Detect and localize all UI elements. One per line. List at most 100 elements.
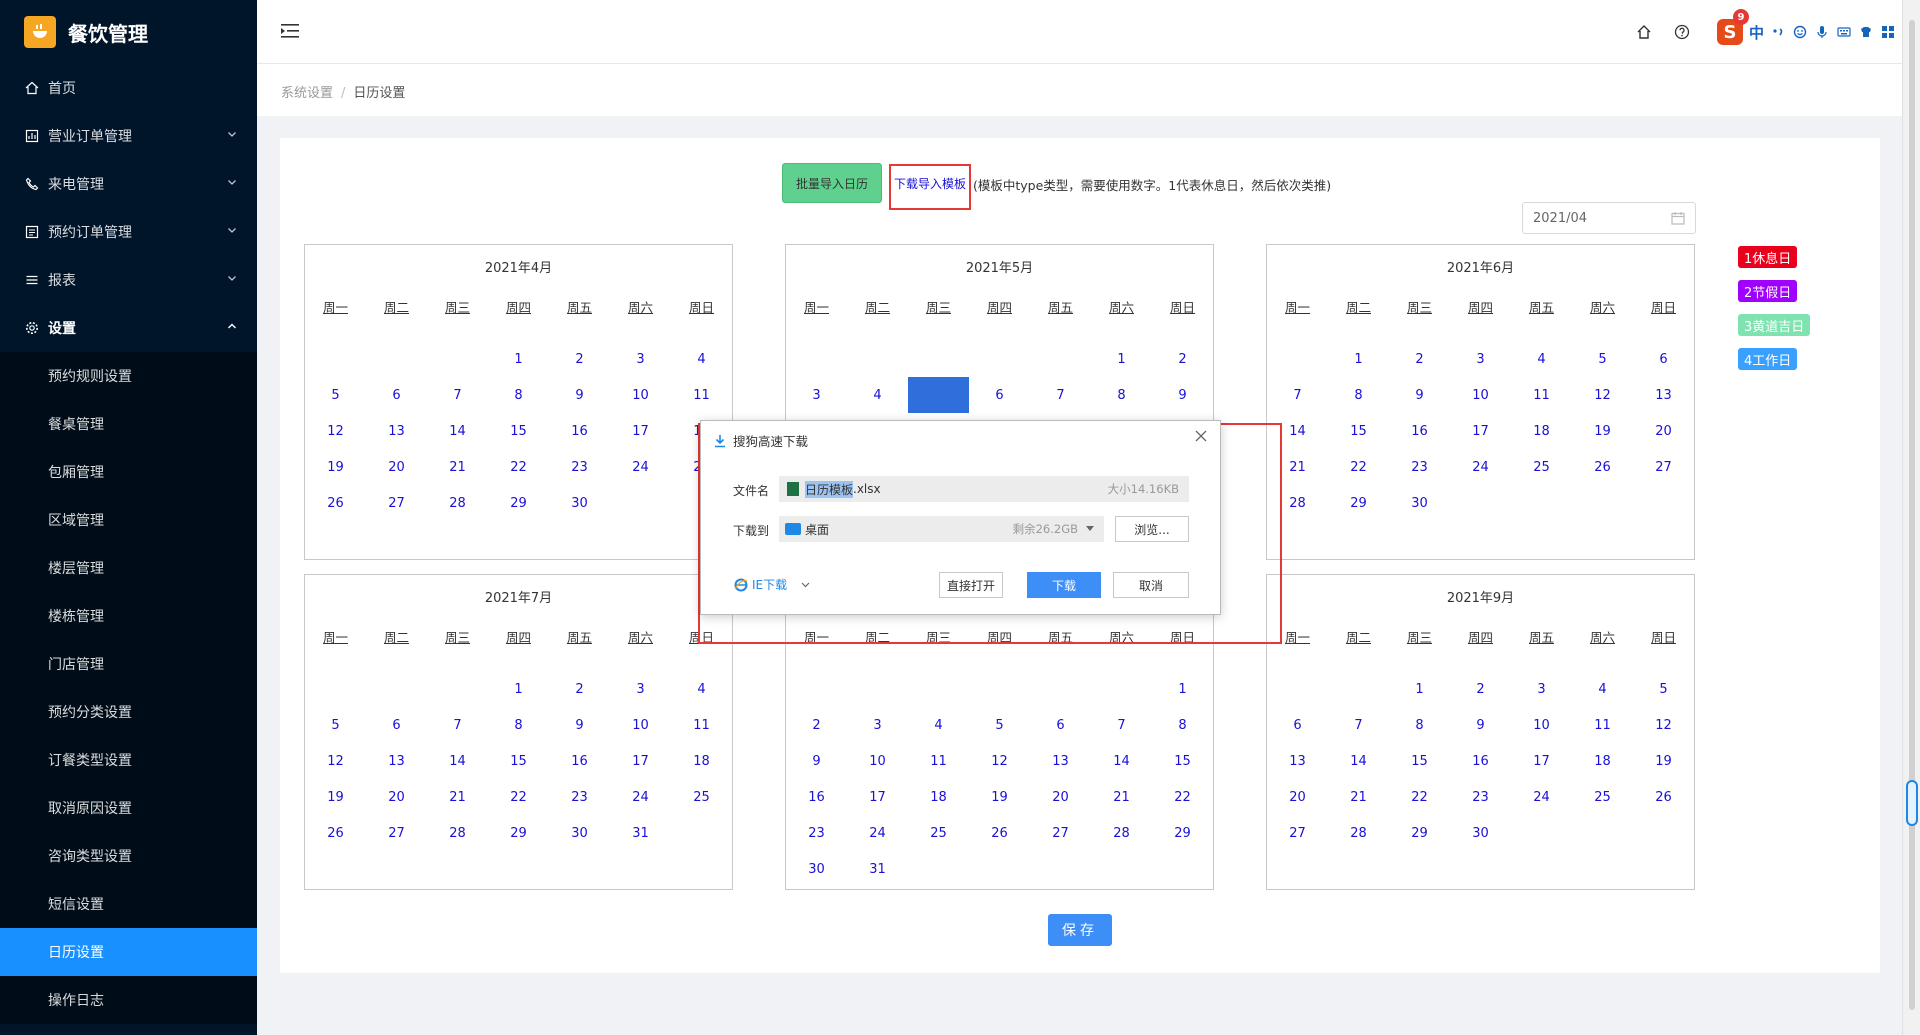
vertical-scrollbar[interactable] [1902,0,1920,1035]
day-cell[interactable]: 27 [1267,815,1328,851]
day-cell[interactable]: 8 [1389,707,1450,743]
day-cell[interactable]: 28 [427,815,488,851]
day-cell[interactable]: 23 [549,779,610,815]
day-cell[interactable]: 19 [305,779,366,815]
day-cell[interactable]: 1 [488,671,549,707]
day-cell[interactable]: 14 [427,743,488,779]
day-cell[interactable]: 24 [1450,449,1511,485]
day-cell[interactable]: 30 [786,851,847,887]
day-cell[interactable]: 7 [1030,377,1091,413]
day-cell[interactable]: 22 [1152,779,1213,815]
toolbox-icon[interactable] [1880,24,1896,40]
day-cell[interactable]: 10 [847,743,908,779]
day-cell[interactable]: 5 [908,377,969,413]
day-cell[interactable]: 6 [1267,707,1328,743]
help-icon[interactable] [1673,23,1691,41]
sidebar-item[interactable]: 报表 [0,256,257,304]
day-cell[interactable]: 21 [427,449,488,485]
day-cell[interactable]: 29 [1152,815,1213,851]
day-cell[interactable]: 4 [1511,341,1572,377]
day-cell[interactable]: 15 [488,413,549,449]
day-cell[interactable]: 5 [305,707,366,743]
day-cell[interactable]: 25 [908,815,969,851]
day-cell[interactable]: 9 [1450,707,1511,743]
day-cell[interactable]: 30 [1389,485,1450,521]
day-cell[interactable]: 24 [610,779,671,815]
day-cell[interactable]: 10 [1450,377,1511,413]
day-cell[interactable]: 4 [1572,671,1633,707]
day-cell[interactable]: 3 [610,671,671,707]
day-cell[interactable]: 27 [366,815,427,851]
day-cell[interactable]: 11 [908,743,969,779]
sidebar-subitem[interactable]: 楼层管理 [0,544,257,592]
day-cell[interactable]: 3 [847,707,908,743]
day-cell[interactable]: 26 [305,485,366,521]
day-cell[interactable]: 1 [488,341,549,377]
punctuation-icon[interactable] [1770,24,1786,40]
day-cell[interactable]: 26 [1572,449,1633,485]
sidebar-subitem[interactable]: 日历设置 [0,928,257,976]
day-cell[interactable]: 1 [1328,341,1389,377]
day-cell[interactable]: 27 [1030,815,1091,851]
day-cell[interactable]: 12 [969,743,1030,779]
day-cell[interactable]: 5 [1633,671,1694,707]
day-cell[interactable]: 7 [427,707,488,743]
day-cell[interactable]: 16 [786,779,847,815]
day-cell[interactable]: 28 [1328,815,1389,851]
sidebar-subitem[interactable]: 包厢管理 [0,448,257,496]
day-cell[interactable]: 30 [1450,815,1511,851]
day-cell[interactable]: 24 [610,449,671,485]
sidebar-subitem[interactable]: 门店管理 [0,640,257,688]
sidebar-item[interactable]: 首页 [0,64,257,112]
day-cell[interactable]: 6 [969,377,1030,413]
day-cell[interactable]: 19 [969,779,1030,815]
day-cell[interactable]: 5 [305,377,366,413]
day-cell[interactable]: 7 [1091,707,1152,743]
day-cell[interactable]: 24 [1511,779,1572,815]
day-cell[interactable]: 2 [1450,671,1511,707]
day-cell[interactable]: 5 [1572,341,1633,377]
day-cell[interactable]: 9 [786,743,847,779]
day-cell[interactable]: 4 [908,707,969,743]
day-cell[interactable]: 20 [1633,413,1694,449]
day-cell[interactable]: 18 [1572,743,1633,779]
day-cell[interactable]: 2 [549,341,610,377]
batch-import-button[interactable]: 批量导入日历 [782,163,882,203]
day-cell[interactable]: 15 [1152,743,1213,779]
day-cell[interactable]: 6 [366,707,427,743]
month-picker[interactable]: 2021/04 [1522,202,1696,234]
day-cell[interactable]: 15 [1328,413,1389,449]
day-cell[interactable]: 29 [1389,815,1450,851]
day-cell[interactable]: 13 [1030,743,1091,779]
sidebar-item[interactable]: 来电管理 [0,160,257,208]
ie-download-option[interactable]: IE下载 [734,576,810,593]
day-cell[interactable]: 9 [549,707,610,743]
day-cell[interactable]: 2 [786,707,847,743]
day-cell[interactable]: 31 [610,815,671,851]
filename-field[interactable]: 日历模板 .xlsx 大小14.16KB [779,476,1189,502]
day-cell[interactable]: 14 [427,413,488,449]
day-cell[interactable]: 26 [1633,779,1694,815]
day-cell[interactable]: 18 [1511,413,1572,449]
sidebar-subitem[interactable]: 楼栋管理 [0,592,257,640]
day-cell[interactable]: 8 [488,377,549,413]
download-button[interactable]: 下载 [1027,572,1101,598]
day-cell[interactable]: 25 [1511,449,1572,485]
day-cell[interactable]: 17 [610,743,671,779]
day-cell[interactable]: 3 [1511,671,1572,707]
day-cell[interactable]: 8 [488,707,549,743]
day-cell[interactable]: 23 [786,815,847,851]
home-icon[interactable] [1635,23,1653,41]
day-cell[interactable]: 13 [1267,743,1328,779]
day-cell[interactable]: 22 [1328,449,1389,485]
day-cell[interactable]: 2 [549,671,610,707]
day-cell[interactable]: 2 [1152,341,1213,377]
sidebar-subitem[interactable]: 取消原因设置 [0,784,257,832]
day-cell[interactable]: 8 [1152,707,1213,743]
microphone-icon[interactable] [1814,24,1830,40]
day-cell[interactable]: 4 [671,341,732,377]
day-cell[interactable]: 1 [1389,671,1450,707]
day-cell[interactable]: 20 [366,449,427,485]
close-icon[interactable] [1194,429,1208,443]
day-cell[interactable]: 6 [1030,707,1091,743]
